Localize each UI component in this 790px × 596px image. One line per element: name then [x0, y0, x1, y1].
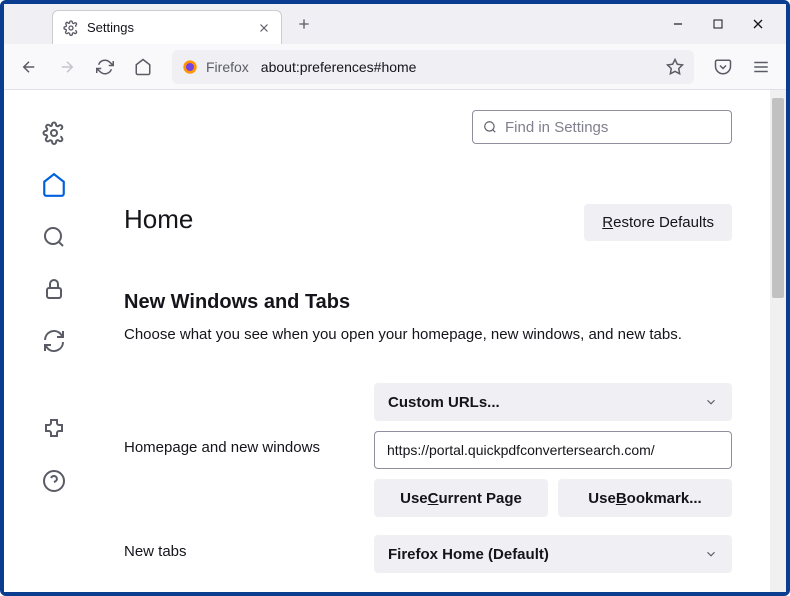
bookmark-star-icon[interactable]	[666, 58, 684, 76]
menu-button[interactable]	[746, 52, 776, 82]
addrbar-prefix: Firefox	[206, 59, 249, 75]
search-placeholder: Find in Settings	[505, 119, 608, 136]
sidebar-sync[interactable]	[41, 328, 67, 354]
section-title: New Windows and Tabs	[124, 291, 732, 314]
home-button[interactable]	[128, 52, 158, 82]
newtabs-label: New tabs	[124, 535, 354, 560]
homepage-select[interactable]: Custom URLs...	[374, 383, 732, 421]
sidebar-search[interactable]	[41, 224, 67, 250]
window-controls	[668, 14, 778, 34]
close-icon[interactable]	[257, 21, 271, 35]
back-button[interactable]	[14, 52, 44, 82]
scrollbar[interactable]	[770, 90, 786, 592]
browser-tab[interactable]: Settings	[52, 10, 282, 44]
settings-search[interactable]: Find in Settings	[472, 110, 732, 144]
minimize-button[interactable]	[668, 14, 688, 34]
chevron-down-icon	[704, 395, 718, 409]
tab-title: Settings	[87, 20, 257, 35]
section-desc: Choose what you see when you open your h…	[124, 324, 732, 345]
page-title: Home	[124, 204, 584, 235]
firefox-icon	[182, 59, 198, 75]
homepage-label: Homepage and new windows	[124, 383, 354, 456]
content: Find in Settings Home Restore Defaults N…	[4, 90, 786, 592]
main-panel: Find in Settings Home Restore Defaults N…	[104, 90, 786, 592]
pocket-button[interactable]	[708, 52, 738, 82]
sidebar-privacy[interactable]	[41, 276, 67, 302]
sidebar-home[interactable]	[41, 172, 67, 198]
homepage-url-input[interactable]: https://portal.quickpdfconvertersearch.c…	[374, 431, 732, 469]
close-button[interactable]	[748, 14, 768, 34]
maximize-button[interactable]	[708, 14, 728, 34]
forward-button[interactable]	[52, 52, 82, 82]
gear-icon	[63, 20, 79, 36]
use-current-page-button[interactable]: Use Current Page	[374, 479, 548, 517]
reload-button[interactable]	[90, 52, 120, 82]
sidebar-help[interactable]	[41, 468, 67, 494]
addrbar-url: about:preferences#home	[261, 59, 666, 75]
sidebar-general[interactable]	[41, 120, 67, 146]
scrollbar-thumb[interactable]	[772, 98, 784, 298]
toolbar: Firefox about:preferences#home	[4, 44, 786, 90]
newtabs-select[interactable]: Firefox Home (Default)	[374, 535, 732, 573]
search-icon	[483, 120, 497, 134]
chevron-down-icon	[704, 547, 718, 561]
restore-defaults-button[interactable]: Restore Defaults	[584, 204, 732, 241]
use-bookmark-button[interactable]: Use Bookmark...	[558, 479, 732, 517]
sidebar-extensions[interactable]	[41, 416, 67, 442]
address-bar[interactable]: Firefox about:preferences#home	[172, 50, 694, 84]
titlebar: Settings	[4, 4, 786, 44]
new-tab-button[interactable]	[290, 10, 318, 38]
sidebar	[4, 90, 104, 592]
